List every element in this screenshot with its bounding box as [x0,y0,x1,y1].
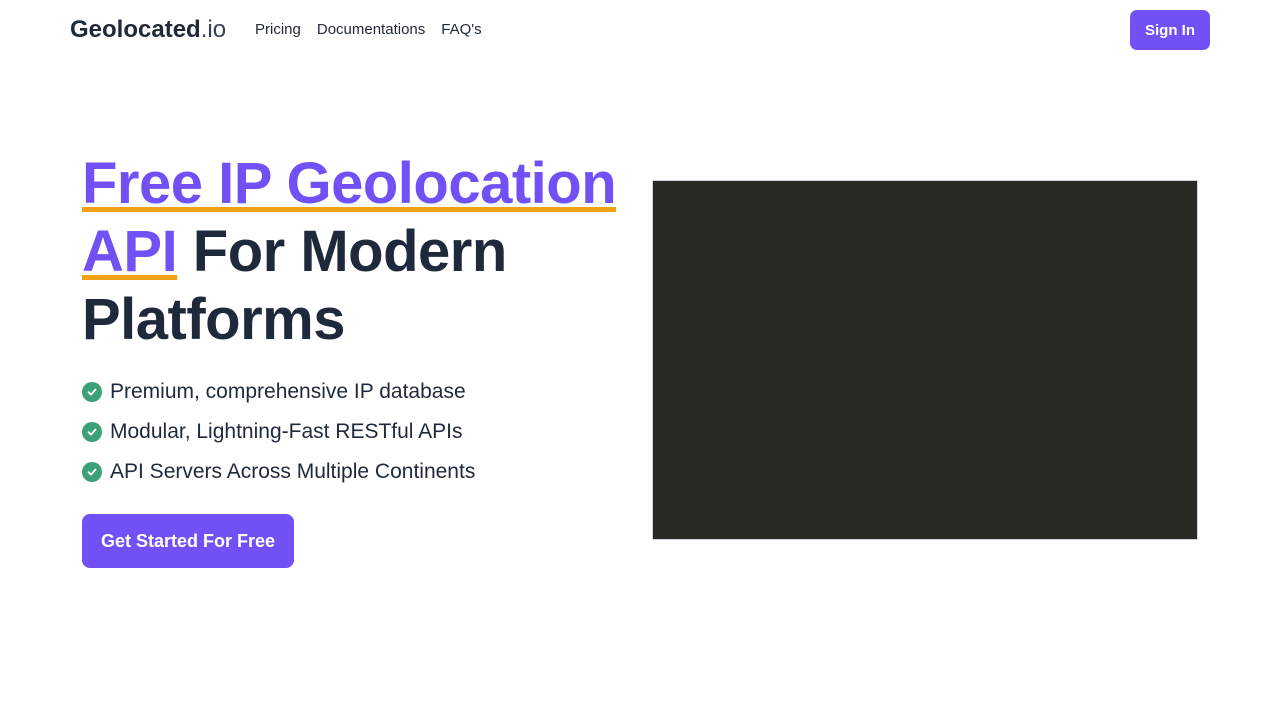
check-circle-icon [82,422,102,442]
feature-item: Modular, Lightning-Fast RESTful APIs [82,412,475,452]
check-circle-icon [82,462,102,482]
hero-title-rest-2: Platforms [82,287,346,352]
sign-in-button[interactable]: Sign In [1130,10,1210,50]
hero-title-highlight-2: API [82,219,178,284]
check-circle-icon [82,382,102,402]
logo-text-bold: Geolocated [70,16,201,43]
feature-item: API Servers Across Multiple Continents [82,452,475,492]
feature-list: Premium, comprehensive IP database Modul… [82,372,475,492]
nav-link-pricing[interactable]: Pricing [255,20,301,40]
feature-text: Premium, comprehensive IP database [110,380,466,403]
feature-text: Modular, Lightning-Fast RESTful APIs [110,420,463,443]
hero-media-panel[interactable] [652,180,1198,540]
feature-item: Premium, comprehensive IP database [82,372,475,412]
nav-link-documentations[interactable]: Documentations [317,20,425,40]
hero-title: Free IP Geolocation API For Modern Platfor… [82,150,642,354]
logo-text-light: .io [200,16,227,43]
nav-links: Pricing Documentations FAQ's [255,20,482,40]
top-navigation: Geolocated.io Pricing Documentations FAQ… [0,0,1280,60]
get-started-button[interactable]: Get Started For Free [82,514,294,568]
hero-title-rest-1: For Modern [177,219,507,284]
feature-text: API Servers Across Multiple Continents [110,460,476,483]
hero-title-highlight-1: Free IP Geolocation [82,151,617,216]
nav-link-faq[interactable]: FAQ's [441,20,481,40]
logo[interactable]: Geolocated.io [70,15,226,45]
